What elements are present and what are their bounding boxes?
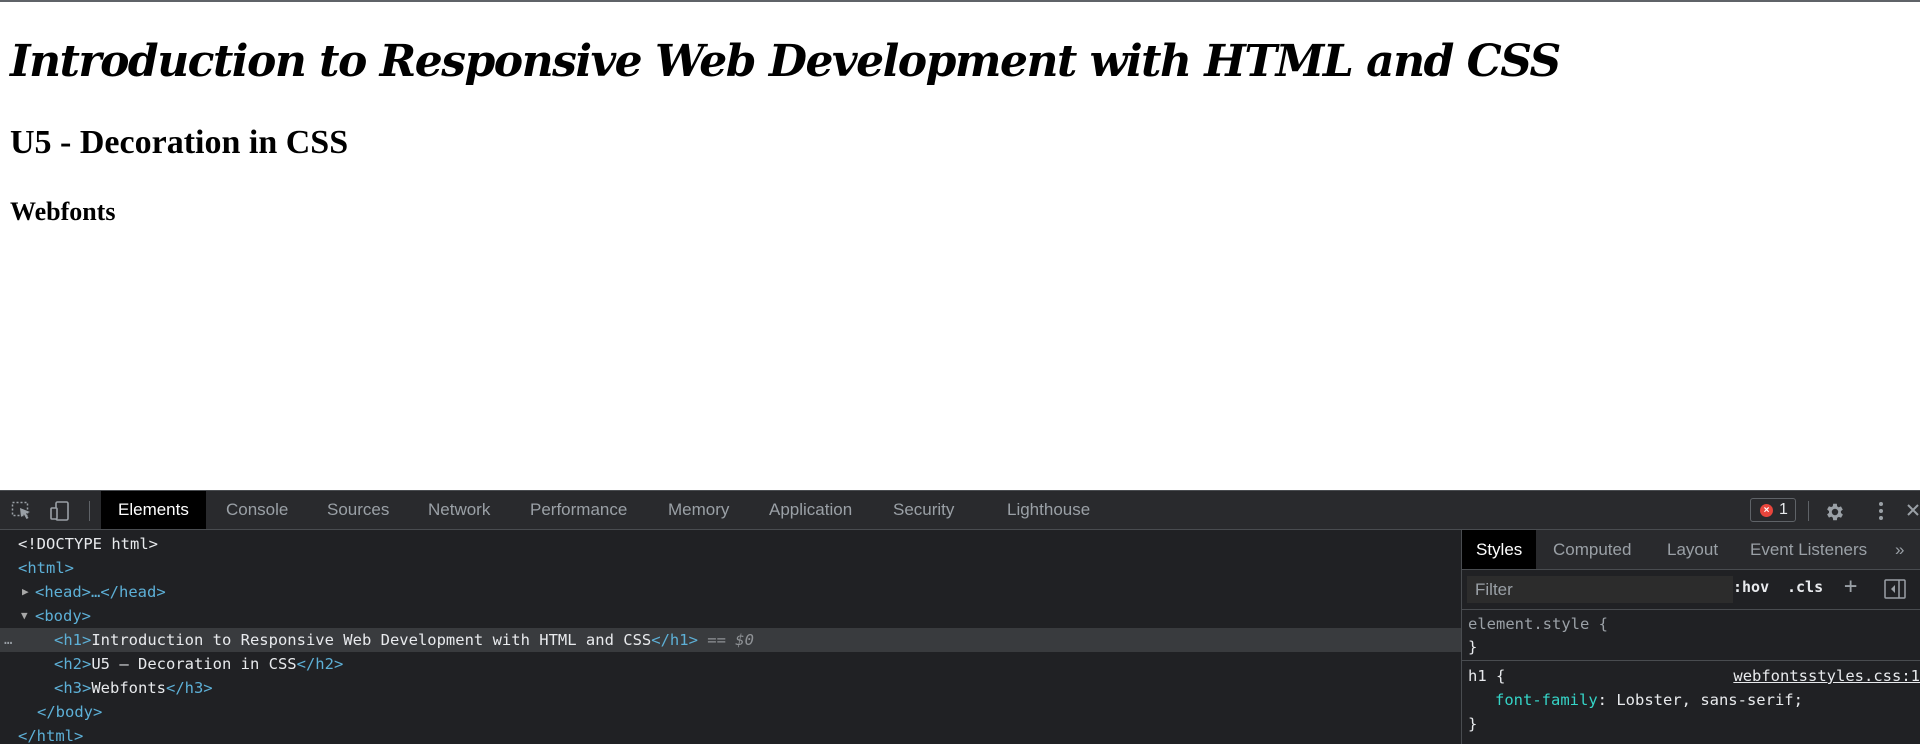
close-icon[interactable] bbox=[1906, 501, 1920, 521]
h2-text-node: U5 – Decoration in CSS bbox=[91, 655, 297, 673]
toolbar-separator bbox=[1808, 501, 1809, 521]
head-collapsed-tag: <head>…</head> bbox=[35, 583, 166, 601]
class-toggle[interactable]: .cls bbox=[1787, 578, 1823, 596]
dom-node-h3[interactable]: <h3>Webfonts</h3> bbox=[0, 676, 1461, 700]
error-icon: × bbox=[1760, 504, 1773, 517]
devtools-toolbar: Elements Console Sources Network Perform… bbox=[0, 490, 1920, 530]
doctype-text: <!DOCTYPE html> bbox=[18, 535, 158, 553]
toolbar-separator bbox=[89, 501, 90, 521]
styles-filter-row: :hov .cls + bbox=[1462, 570, 1920, 610]
h1-open-tag: <h1> bbox=[54, 631, 92, 649]
h1-close-tag: </h1> bbox=[651, 631, 698, 649]
tab-application[interactable]: Application bbox=[769, 491, 852, 529]
tab-performance[interactable]: Performance bbox=[530, 491, 627, 529]
page-heading-h1: Introduction to Responsive Web Developme… bbox=[10, 36, 1561, 87]
page-heading-h2: U5 - Decoration in CSS bbox=[10, 124, 349, 161]
dom-node-head[interactable]: ▶ <head>…</head> bbox=[0, 580, 1461, 604]
selected-node-marker: == $0 bbox=[707, 631, 754, 649]
dom-node-html[interactable]: <html> bbox=[0, 556, 1461, 580]
h1-rule-close: } bbox=[1468, 715, 1478, 733]
html-open-tag: <html> bbox=[18, 559, 74, 577]
page-viewport: Introduction to Responsive Web Developme… bbox=[0, 2, 1920, 490]
new-style-rule-plus-icon[interactable]: + bbox=[1844, 574, 1857, 599]
dom-node-h1-selected[interactable]: … <h1>Introduction to Responsive Web Dev… bbox=[0, 628, 1461, 652]
h1-rule-selector-line[interactable]: h1 { webfontsstyles.css:1 bbox=[1468, 664, 1920, 688]
tab-memory[interactable]: Memory bbox=[668, 491, 729, 529]
styles-filter-input[interactable] bbox=[1467, 576, 1733, 603]
elements-dom-tree: <!DOCTYPE html> <html> ▶ <head>…</head> … bbox=[0, 530, 1461, 745]
tab-network[interactable]: Network bbox=[428, 491, 490, 529]
rule-separator bbox=[1462, 660, 1920, 661]
gear-icon[interactable] bbox=[1824, 501, 1846, 521]
expand-triangle-icon[interactable]: ▶ bbox=[22, 580, 29, 604]
body-open-tag: <body> bbox=[35, 607, 91, 625]
dom-node-h2[interactable]: <h2>U5 – Decoration in CSS</h2> bbox=[0, 652, 1461, 676]
tab-event-listeners[interactable]: Event Listeners bbox=[1750, 530, 1867, 569]
css-property-value: Lobster, sans-serif; bbox=[1616, 691, 1803, 709]
device-toolbar-icon[interactable] bbox=[49, 501, 71, 521]
node-actions-ellipsis[interactable]: … bbox=[4, 628, 12, 652]
devtools-panel: Elements Console Sources Network Perform… bbox=[0, 490, 1920, 745]
element-style-close: } bbox=[1468, 638, 1478, 656]
h2-close-tag: </h2> bbox=[296, 655, 344, 673]
styles-sidebar: Styles Computed Layout Event Listeners »… bbox=[1462, 530, 1920, 744]
stylesheet-source-link[interactable]: webfontsstyles.css:1 bbox=[1733, 664, 1920, 688]
tab-styles[interactable]: Styles bbox=[1462, 530, 1537, 569]
font-family-declaration[interactable]: font-family: Lobster, sans-serif; bbox=[1495, 688, 1803, 712]
hover-state-toggle[interactable]: :hov bbox=[1733, 578, 1769, 596]
css-property-name: font-family bbox=[1495, 691, 1598, 709]
collapse-triangle-icon[interactable]: ▼ bbox=[21, 604, 28, 628]
page-heading-h3: Webfonts bbox=[10, 197, 116, 226]
body-close-tag: </body> bbox=[37, 703, 103, 721]
h1-style-rule: h1 { webfontsstyles.css:1 font-family: L… bbox=[1462, 662, 1920, 744]
dom-node-html-close[interactable]: </html> bbox=[0, 724, 1461, 748]
html-close-tag: </html> bbox=[18, 727, 84, 745]
dom-node-doctype[interactable]: <!DOCTYPE html> bbox=[0, 532, 1461, 556]
element-style-rule: element.style { } bbox=[1462, 610, 1920, 658]
h2-open-tag: <h2> bbox=[54, 655, 92, 673]
sidebar-tabs: Styles Computed Layout Event Listeners » bbox=[1462, 530, 1920, 570]
error-count: 1 bbox=[1779, 501, 1788, 518]
more-options-icon[interactable] bbox=[1870, 501, 1892, 521]
h1-text-node: Introduction to Responsive Web Developme… bbox=[91, 631, 652, 649]
error-count-badge[interactable]: × 1 bbox=[1750, 498, 1796, 522]
dom-node-body[interactable]: ▼ <body> bbox=[0, 604, 1461, 628]
dom-node-body-close[interactable]: </body> bbox=[0, 700, 1461, 724]
element-style-selector[interactable]: element.style { bbox=[1468, 612, 1608, 636]
inspect-element-icon[interactable] bbox=[11, 501, 33, 521]
tab-console[interactable]: Console bbox=[226, 491, 288, 529]
tab-computed[interactable]: Computed bbox=[1553, 530, 1631, 569]
tab-security[interactable]: Security bbox=[893, 491, 954, 529]
h3-text-node: Webfonts bbox=[91, 679, 166, 697]
tab-lighthouse[interactable]: Lighthouse bbox=[1007, 491, 1090, 529]
more-tabs-chevron-icon[interactable]: » bbox=[1895, 530, 1904, 569]
toggle-sidebar-icon[interactable] bbox=[1884, 579, 1906, 604]
h1-rule-selector: h1 { bbox=[1468, 667, 1506, 685]
tab-layout[interactable]: Layout bbox=[1667, 530, 1718, 569]
tab-sources[interactable]: Sources bbox=[327, 491, 389, 529]
tab-elements[interactable]: Elements bbox=[101, 491, 206, 529]
h3-open-tag: <h3> bbox=[54, 679, 92, 697]
h3-close-tag: </h3> bbox=[165, 679, 213, 697]
